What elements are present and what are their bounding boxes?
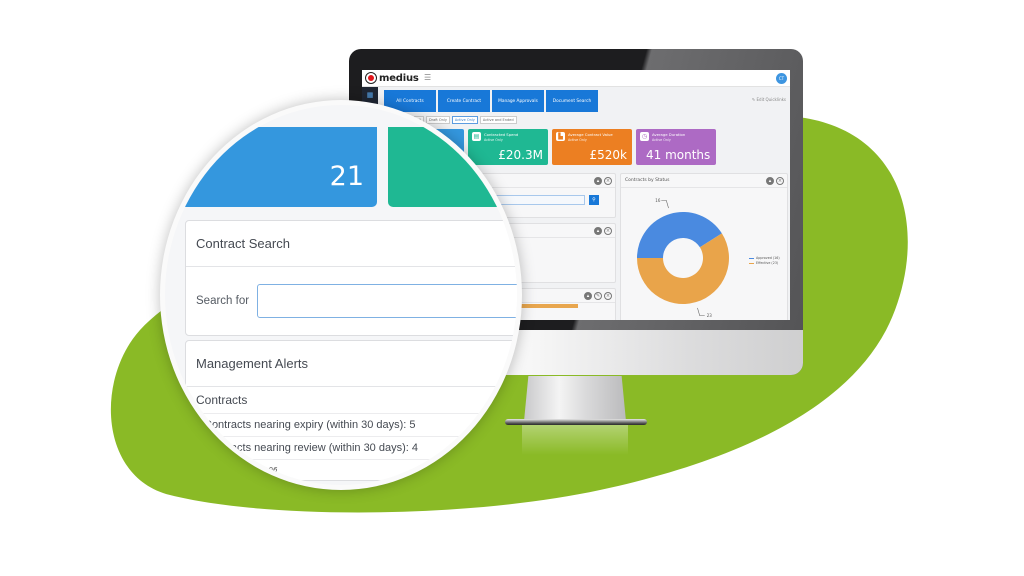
legend-item-effective[interactable]: Effective (23) xyxy=(749,261,780,266)
contract-search-card: Contract Search Search for xyxy=(185,220,517,336)
dashboard-grid-icon[interactable]: ▦ xyxy=(362,89,378,101)
management-alerts-title: Management Alerts xyxy=(186,341,517,387)
monitor-reflection xyxy=(522,425,628,455)
tile-title: Average Contract Value xyxy=(568,132,613,137)
collapse-icon[interactable]: ▴ xyxy=(594,227,602,235)
tile-average-contract-value[interactable]: ▙ Average Contract Value Active Only £52… xyxy=(552,129,632,165)
management-alerts-card: Management Alerts Contracts Contracts ne… xyxy=(185,340,517,481)
magnified-tile-suppliers[interactable]: 21 xyxy=(165,127,377,207)
magnified-tile-spend[interactable] xyxy=(388,127,517,207)
collapse-icon[interactable]: ▴ xyxy=(584,292,592,300)
tile-subtitle: Active Only xyxy=(568,138,587,142)
donut-svg: 1623 xyxy=(637,198,729,318)
contract-search-title: Contract Search xyxy=(186,221,517,267)
edit-quicklinks-link[interactable]: ✎ Edit Quicklinks xyxy=(752,97,786,102)
alerts-section-contracts: Contracts xyxy=(186,387,517,414)
chart-title: Contracts by Status xyxy=(625,178,670,183)
tile-title: Average Duration xyxy=(652,132,686,137)
chart-legend: Approved (16) Effective (23) xyxy=(749,256,780,266)
alerts-timestamp: 11:23:06 xyxy=(246,466,278,474)
hamburger-menu-icon[interactable]: ☰ xyxy=(424,73,431,82)
search-input[interactable] xyxy=(257,284,517,318)
data-label-effective: 23 xyxy=(707,313,713,318)
close-icon[interactable]: × xyxy=(604,177,612,185)
quicklink-document-search[interactable]: Document Search xyxy=(546,90,598,112)
tile-average-duration[interactable]: ◷ Average Duration Active Only 41 months xyxy=(636,129,716,165)
tile-value: 41 months xyxy=(646,148,711,162)
close-icon[interactable]: × xyxy=(604,292,612,300)
magnified-tile-value: 21 xyxy=(329,161,364,192)
panel-contracts-by-status: Contracts by Status ▴ × 16 23 Approved (1… xyxy=(620,173,788,320)
close-icon[interactable]: × xyxy=(604,227,612,235)
medius-logo[interactable]: medius xyxy=(365,72,419,84)
search-icon[interactable]: ⚲ xyxy=(589,195,599,205)
data-label-approved: 16 xyxy=(655,198,661,203)
edit-icon[interactable]: ✎ xyxy=(594,292,602,300)
clock-icon: ◷ xyxy=(640,132,649,141)
alert-item-review[interactable]: Contracts nearing review (within 30 days… xyxy=(186,437,517,460)
logo-mark-icon xyxy=(365,72,377,84)
monitor-stand xyxy=(524,376,626,420)
donut-chart: 16 23 Approved (16) Effective (23) xyxy=(621,188,790,318)
document-icon: ▙ xyxy=(556,132,565,141)
tile-subtitle: Active Only xyxy=(652,138,671,142)
close-icon[interactable]: × xyxy=(776,177,784,185)
search-for-label: Search for xyxy=(196,295,250,307)
leader-line xyxy=(697,307,705,316)
marketing-stage: medius ☰ CT ▦ ≣ ✎ ▢ All Contracts Create… xyxy=(0,0,1024,576)
brand-name: medius xyxy=(379,72,419,84)
collapse-icon[interactable]: ▴ xyxy=(594,177,602,185)
leader-line xyxy=(661,200,669,209)
collapse-icon[interactable]: ▴ xyxy=(766,177,774,185)
magnifier-lens: 21 Contract Search Search for Management… xyxy=(160,100,522,490)
top-bar: medius ☰ CT xyxy=(362,70,790,87)
user-avatar[interactable]: CT xyxy=(776,73,787,84)
tile-value: £520k xyxy=(589,148,628,162)
alert-item-expiry[interactable]: Contracts nearing expiry (within 30 days… xyxy=(186,414,517,437)
